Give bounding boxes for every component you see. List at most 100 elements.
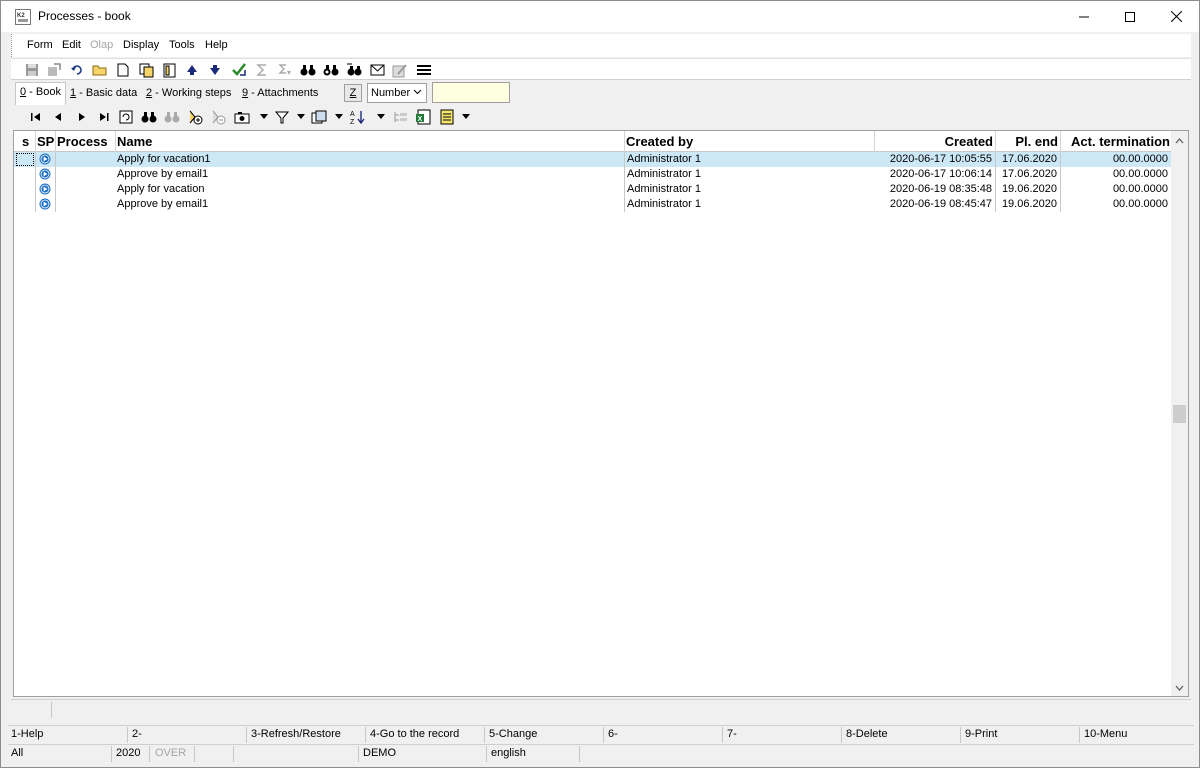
column-header-act-termination[interactable]: Act. termination (1062, 134, 1170, 149)
menu-olap[interactable]: Olap (90, 39, 113, 51)
svg-text:K2: K2 (17, 13, 25, 19)
filter-icon[interactable] (273, 108, 291, 126)
menu-form[interactable]: Form (27, 39, 53, 51)
search-field-select[interactable]: Number (367, 83, 427, 103)
binoculars-replace-icon[interactable] (345, 61, 363, 79)
columns-dropdown-icon[interactable] (330, 108, 348, 126)
svg-text:A: A (350, 111, 355, 118)
column-header-process[interactable]: Process (57, 134, 113, 149)
fkey-menu[interactable]: 10-Menu (1084, 728, 1127, 740)
sum-icon[interactable] (253, 61, 271, 79)
last-record-icon[interactable] (95, 108, 113, 126)
play-circle-icon (39, 198, 51, 210)
fkey-7[interactable]: 7- (727, 728, 737, 740)
next-record-icon[interactable] (73, 108, 91, 126)
binoculars-next-icon[interactable] (322, 61, 340, 79)
camera-icon[interactable] (233, 108, 251, 126)
find-icon[interactable] (140, 108, 158, 126)
export-icon[interactable] (45, 61, 63, 79)
table-row[interactable]: Apply for vacation Administrator 1 2020-… (14, 182, 1171, 197)
table-row[interactable]: Apply for vacation1 Administrator 1 2020… (14, 152, 1171, 167)
cell-created-by: Administrator 1 (627, 168, 701, 180)
cell-pl-end: 17.06.2020 (1001, 168, 1057, 180)
cell-act-termination: 00.00.0000 (1112, 198, 1168, 210)
columns-icon[interactable] (310, 108, 328, 126)
cell-created-by: Administrator 1 (627, 198, 701, 210)
add-to-selection-icon[interactable] (186, 108, 204, 126)
book-icon[interactable] (160, 61, 178, 79)
column-header-sp[interactable]: SP (37, 134, 54, 149)
menu-tools[interactable]: Tools (169, 39, 195, 51)
remove-from-selection-icon[interactable] (209, 108, 227, 126)
refresh-icon[interactable] (117, 108, 135, 126)
maximize-button[interactable] (1107, 1, 1153, 32)
filter-dropdown-icon[interactable] (292, 108, 310, 126)
first-record-icon[interactable] (27, 108, 45, 126)
envelope-icon[interactable] (368, 61, 386, 79)
fkey-refresh[interactable]: 3-Refresh/Restore (251, 728, 341, 740)
tab-attachments-label: - Attachments (248, 87, 319, 99)
open-icon[interactable] (91, 61, 109, 79)
column-header-pl-end[interactable]: Pl. end (997, 134, 1058, 149)
cell-created-by: Administrator 1 (627, 153, 701, 165)
menu-edit[interactable]: Edit (62, 39, 81, 51)
fkey-2[interactable]: 2- (132, 728, 142, 740)
column-header-s[interactable]: s (22, 134, 29, 149)
column-header-name[interactable]: Name (117, 134, 152, 149)
cell-name: Approve by email1 (117, 168, 209, 180)
column-header-created[interactable]: Created (876, 134, 993, 149)
notes-icon[interactable] (391, 61, 409, 79)
menu-lines-icon[interactable] (415, 61, 433, 79)
report-dropdown-icon[interactable] (457, 108, 475, 126)
find-next-icon[interactable] (163, 108, 181, 126)
report-icon[interactable] (438, 108, 456, 126)
arrow-down-icon[interactable] (206, 61, 224, 79)
title-bar: K2 Processes - book (1, 1, 1199, 32)
fkey-delete[interactable]: 8-Delete (846, 728, 888, 740)
previous-record-icon[interactable] (49, 108, 67, 126)
save-icon[interactable] (23, 61, 41, 79)
fkey-change[interactable]: 5-Change (489, 728, 537, 740)
tab-working-steps[interactable]: 2 - Working steps (142, 84, 235, 105)
status-filter: All (11, 747, 24, 759)
play-circle-icon (39, 183, 51, 195)
binoculars-icon[interactable] (299, 61, 317, 79)
search-input[interactable] (432, 82, 510, 103)
close-button[interactable] (1153, 1, 1199, 32)
scroll-up-icon[interactable] (1175, 135, 1184, 147)
sort-dropdown-icon[interactable] (372, 108, 390, 126)
menu-display[interactable]: Display (123, 39, 159, 51)
tab-basic-data[interactable]: 1 - Basic data (66, 84, 141, 105)
tab-attachments[interactable]: 9 - Attachments (238, 84, 322, 105)
svg-text:X: X (418, 116, 423, 123)
fkey-6[interactable]: 6- (608, 728, 618, 740)
fkey-print[interactable]: 9-Print (965, 728, 997, 740)
table-row[interactable]: Approve by email1 Administrator 1 2020-0… (14, 167, 1171, 182)
table-row[interactable]: Approve by email1 Administrator 1 2020-0… (14, 197, 1171, 212)
column-header-created-by[interactable]: Created by (626, 134, 693, 149)
fkey-help[interactable]: 1-Help (11, 728, 43, 740)
menu-help[interactable]: Help (205, 39, 228, 51)
sort-icon[interactable]: AZ (349, 108, 367, 126)
confirm-icon[interactable] (230, 61, 248, 79)
cell-act-termination: 00.00.0000 (1112, 153, 1168, 165)
grid-status-panel (11, 699, 1191, 719)
copy-document-icon[interactable] (137, 61, 155, 79)
tab-bar: 0 - Book 1 - Basic data 2 - Working step… (11, 81, 1191, 105)
scrollbar-thumb[interactable] (1173, 405, 1186, 423)
tab-book[interactable]: 0 - Book (15, 82, 66, 105)
scroll-down-icon[interactable] (1175, 683, 1184, 695)
vertical-scrollbar[interactable] (1171, 131, 1188, 696)
undo-icon[interactable] (68, 61, 86, 79)
excel-export-icon[interactable]: X (414, 108, 432, 126)
arrow-up-icon[interactable] (183, 61, 201, 79)
k2-app-icon: K2 (15, 9, 31, 25)
new-document-icon[interactable] (114, 61, 132, 79)
sum-filter-icon[interactable] (276, 61, 294, 79)
grid-header: s SP Process Name Created by Created Pl.… (14, 131, 1171, 152)
fkey-go-to-record[interactable]: 4-Go to the record (370, 728, 459, 740)
minimize-button[interactable] (1061, 1, 1107, 32)
tree-list-icon[interactable] (391, 108, 409, 126)
z-button[interactable]: Z (344, 84, 362, 102)
camera-dropdown-icon[interactable] (255, 108, 273, 126)
